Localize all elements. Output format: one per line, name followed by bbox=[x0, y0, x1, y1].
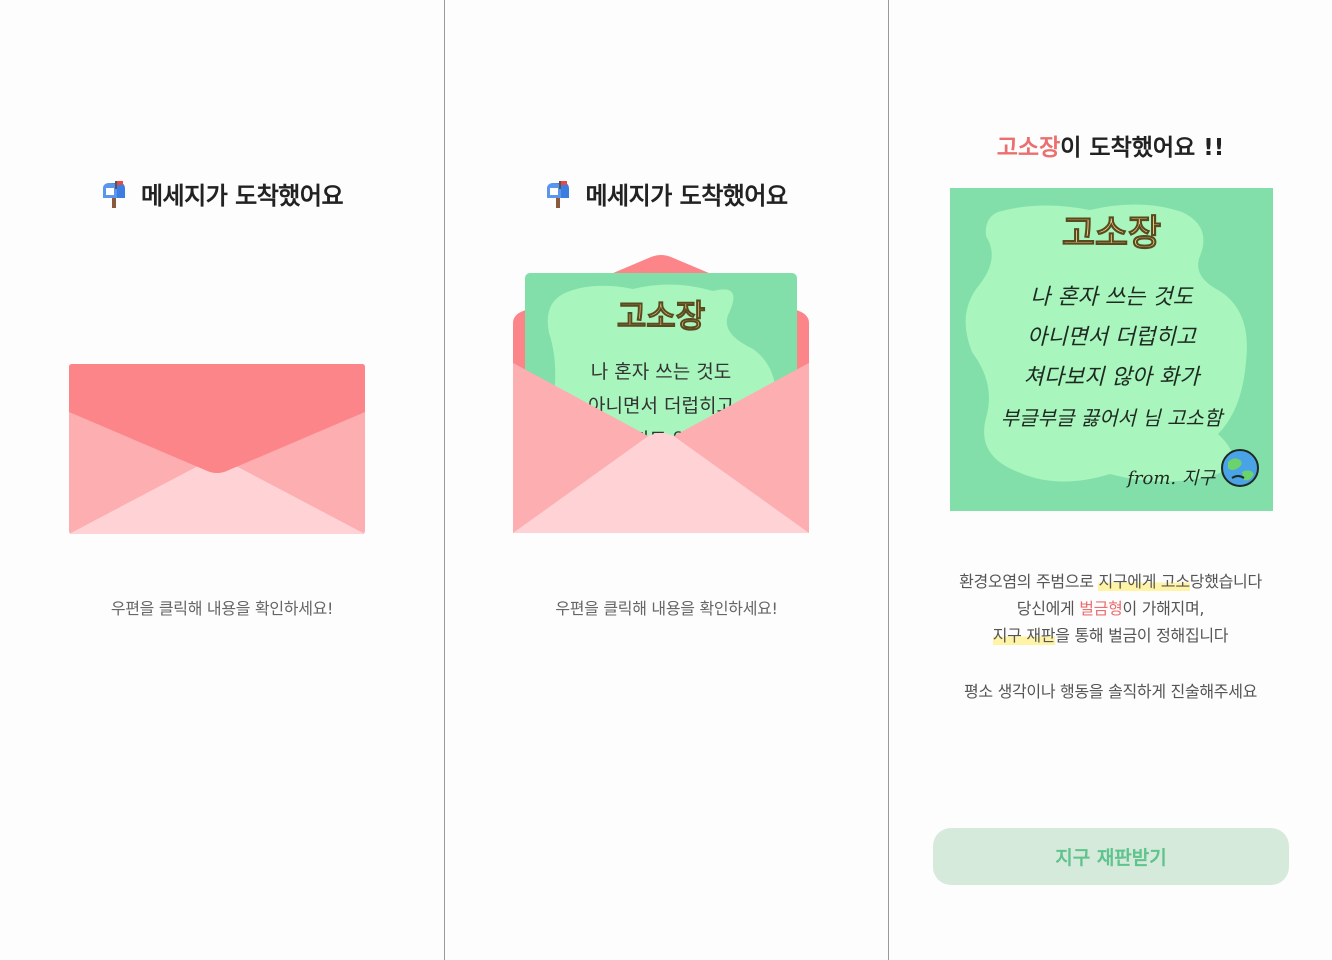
card-line-2: 아니면서 더럽히고 bbox=[1027, 325, 1196, 350]
desc-text: 당했습니다 bbox=[1189, 572, 1262, 591]
page-title: 메세지가 도착했어요 bbox=[445, 176, 888, 214]
description-line-3: 지구 재판을 통해 벌금이 정해집니다 bbox=[889, 622, 1332, 649]
description-line-1: 환경오염의 주범으로 지구에게 고소당했습니다 bbox=[889, 568, 1332, 595]
instruction-text: 평소 생각이나 행동을 솔직하게 진술해주세요 bbox=[963, 682, 1258, 701]
title-text: 메세지가 도착했어요 bbox=[140, 182, 344, 210]
hint-text: 우편을 클릭해 내용을 확인하세요! bbox=[555, 599, 778, 618]
desc-red: 벌금형 bbox=[1079, 599, 1123, 618]
card-title: 고소장 bbox=[616, 297, 706, 336]
mailbox-with-mail-icon bbox=[545, 180, 571, 214]
complaint-card: 고소장 나 혼자 쓰는 것도 아니면서 더럽히고 쳐다보지 않아 화가 부글부글… bbox=[950, 188, 1273, 511]
mailbox-with-mail-icon bbox=[101, 180, 127, 214]
card-title: 고소장 bbox=[1061, 213, 1162, 255]
title-accent: 고소장 bbox=[996, 135, 1061, 161]
desc-highlight: 지구에게 고소 bbox=[1098, 572, 1190, 591]
page-title: 고소장이 도착했어요 !! bbox=[889, 128, 1332, 162]
card-line-4: 부글부글 끓어서 님 고소함 bbox=[1000, 406, 1223, 430]
desc-text: 을 통해 벌금이 정해집니다 bbox=[1055, 626, 1229, 645]
title-text: 메세지가 도착했어요 bbox=[585, 182, 788, 210]
envelope-open[interactable]: 고소장 나 혼자 쓰는 것도 아니면서 더럽히고 보지도 않아 bbox=[513, 253, 809, 537]
screen-closed-envelope: 메세지가 도착했어요 우편을 클릭해 내용을 확인하세요! bbox=[0, 0, 444, 960]
screen-complaint: 고소장이 도착했어요 !! 고소장 나 혼자 쓰는 것도 아니면서 더럽히고 쳐… bbox=[888, 0, 1332, 960]
title-rest: 이 도착했어요 !! bbox=[1060, 135, 1225, 161]
description: 환경오염의 주범으로 지구에게 고소당했습니다 당신에게 벌금형이 가해지며, … bbox=[889, 568, 1332, 649]
description-line-2: 당신에게 벌금형이 가해지며, bbox=[889, 595, 1332, 622]
envelope-closed[interactable] bbox=[69, 364, 365, 538]
desc-text: 이 가해지며, bbox=[1122, 599, 1205, 618]
card-from: from. 지구 bbox=[1127, 468, 1215, 489]
trial-button[interactable]: 지구 재판받기 bbox=[933, 828, 1289, 885]
card-line-1: 나 혼자 쓰는 것도 bbox=[1030, 285, 1193, 310]
hint-text: 우편을 클릭해 내용을 확인하세요! bbox=[110, 599, 334, 618]
desc-highlight: 지구 재판 bbox=[992, 626, 1056, 645]
desc-text: 당신에게 bbox=[1016, 599, 1080, 618]
desc-text: 환경오염의 주범으로 bbox=[959, 572, 1099, 591]
screen-opening-envelope: 메세지가 도착했어요 고소장 나 혼자 쓰는 것도 아니면서 더럽히고 우편을 … bbox=[444, 0, 888, 960]
app-screens: 메세지가 도착했어요 우편을 클릭해 내용을 확인하세요! 메세지가 도착했어요… bbox=[0, 0, 1332, 960]
card-line-3: 쳐다보지 않아 화가 bbox=[1023, 365, 1200, 390]
page-title: 메세지가 도착했어요 bbox=[0, 176, 444, 214]
